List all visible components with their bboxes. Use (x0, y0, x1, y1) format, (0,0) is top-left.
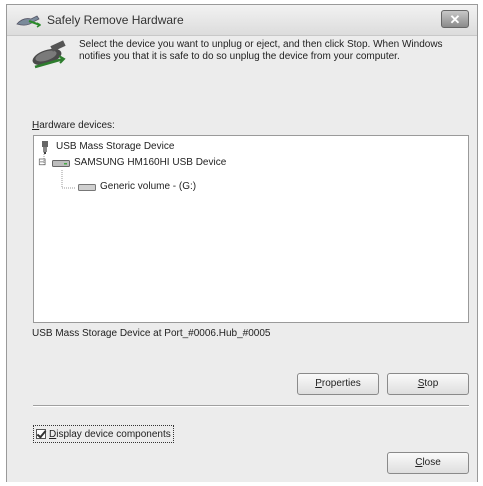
close-button[interactable]: Close (387, 452, 469, 474)
display-device-components-checkbox[interactable] (36, 429, 46, 439)
stop-label: top (424, 378, 439, 389)
disk-drive-icon (52, 160, 70, 167)
hardware-devices-tree[interactable]: USB Mass Storage Device ⊟ SAMSUNG HM160H… (33, 135, 469, 323)
title-bar[interactable]: Safely Remove Hardware ✕ (7, 5, 477, 36)
display-device-components-option[interactable]: Display device components (33, 425, 174, 443)
close-icon: ✕ (449, 12, 461, 27)
eject-device-icon (32, 40, 66, 69)
safely-remove-hardware-dialog: Safely Remove Hardware ✕ Select the devi… (6, 4, 478, 482)
tree-item-label: USB Mass Storage Device (56, 141, 175, 152)
tree-item-label: SAMSUNG HM160HI USB Device (74, 157, 227, 168)
display-device-components-label: Display device components (49, 429, 171, 440)
properties-button[interactable]: Properties (297, 373, 379, 395)
properties-label: roperties (321, 378, 361, 389)
hardware-devices-label-text: ardware devices: (39, 120, 115, 131)
window-title: Safely Remove Hardware (47, 13, 184, 27)
volume-icon (78, 184, 96, 191)
selected-device-location: USB Mass Storage Device at Port_#0006.Hu… (32, 328, 271, 339)
safely-remove-hardware-icon (16, 15, 41, 28)
usb-plug-icon (42, 141, 48, 154)
close-label: lose (422, 457, 441, 468)
tree-item-label: Generic volume - (G:) (100, 181, 197, 192)
hardware-devices-label: Hardware devices: (32, 120, 115, 131)
divider (33, 405, 469, 407)
tree-expander-icon[interactable]: ⊟ (38, 156, 46, 170)
properties-accel: P (315, 378, 322, 389)
instructions-text: Select the device you want to unplug or … (79, 39, 443, 62)
display-components-text: isplay device components (56, 428, 171, 440)
close-window-button[interactable]: ✕ (441, 10, 469, 28)
stop-button[interactable]: Stop (387, 373, 469, 395)
